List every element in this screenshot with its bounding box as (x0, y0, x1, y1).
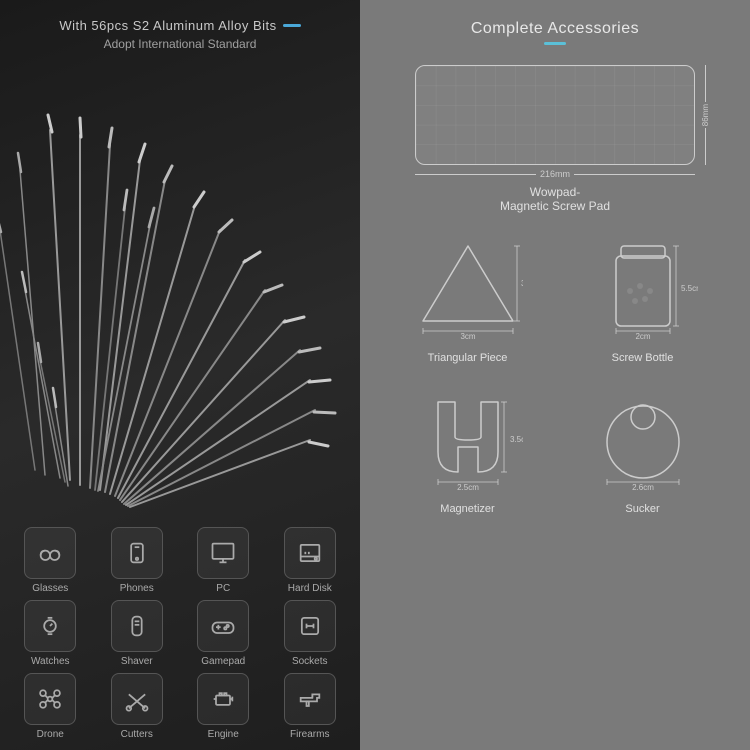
icon-label-gamepad: Gamepad (201, 656, 245, 667)
icon-label-sockets: Sockets (292, 656, 328, 667)
icon-item-drone: Drone (10, 673, 91, 740)
wowpad-height-label: 86mm (699, 102, 712, 128)
triangular-item: 3cm 3cm Triangular Piece (413, 231, 523, 364)
firearms-icon (296, 685, 324, 713)
wowpad-diagram: 216mm 86mm (415, 65, 695, 179)
icon-item-shaver: Shaver (97, 600, 178, 667)
icon-box-glasses (24, 527, 76, 579)
icon-box-harddisk (284, 527, 336, 579)
sockets-icon (296, 612, 324, 640)
bits-area (0, 50, 360, 510)
icon-item-watches: Watches (10, 600, 91, 667)
icon-item-cutters: Cutters (97, 673, 178, 740)
screw-bottle-svg: 2cm 5.5cm (588, 231, 698, 341)
icon-label-engine: Engine (208, 729, 239, 740)
harddisk-icon (296, 539, 324, 567)
svg-text:2.5cm: 2.5cm (457, 483, 479, 492)
icon-item-pc: PC (183, 527, 264, 594)
sucker-diagram: 2.6cm (588, 382, 698, 497)
icon-box-drone (24, 673, 76, 725)
left-panel: With 56pcs S2 Aluminum Alloy Bits Adopt … (0, 0, 360, 750)
wowpad-width-label: 216mm (540, 169, 570, 179)
magnetizer-diagram: 2.5cm 3.5cm (413, 382, 523, 497)
icon-item-harddisk: Hard Disk (270, 527, 351, 594)
sucker-item: 2.6cm Sucker (588, 382, 698, 515)
glasses-icon (36, 539, 64, 567)
watches-icon (36, 612, 64, 640)
blue-accent-dot (283, 24, 301, 27)
icon-item-sockets: Sockets (270, 600, 351, 667)
icon-label-cutters: Cutters (121, 729, 153, 740)
icon-label-shaver: Shaver (121, 656, 153, 667)
screw-bottle-diagram: 2cm 5.5cm (588, 231, 698, 346)
icon-label-glasses: Glasses (32, 583, 68, 594)
drone-icon (36, 685, 64, 713)
right-header: Complete Accessories (380, 20, 730, 45)
icon-box-watches (24, 600, 76, 652)
icons-grid: Glasses Phones (10, 527, 350, 740)
icon-item-phones: Phones (97, 527, 178, 594)
svg-text:2.6cm: 2.6cm (632, 483, 654, 492)
triangular-svg: 3cm 3cm (413, 231, 523, 341)
wowpad-rect (415, 65, 695, 165)
engine-icon (209, 685, 237, 713)
accessories-row-1: 3cm 3cm Triangular Piece (380, 231, 730, 364)
sucker-svg: 2.6cm (588, 382, 698, 492)
svg-text:3cm: 3cm (521, 279, 523, 288)
title-line1: With 56pcs S2 Aluminum Alloy Bits (20, 18, 340, 33)
svg-text:2cm: 2cm (635, 332, 650, 341)
icon-item-firearms: Firearms (270, 673, 351, 740)
svg-text:3.5cm: 3.5cm (510, 435, 523, 444)
magnetizer-label: Magnetizer (440, 503, 494, 515)
icon-item-glasses: Glasses (10, 527, 91, 594)
icon-box-gamepad (197, 600, 249, 652)
icon-box-pc (197, 527, 249, 579)
shaver-icon (123, 612, 151, 640)
screw-bottle-item: 2cm 5.5cm Screw Bottle (588, 231, 698, 364)
pc-icon (209, 539, 237, 567)
icon-label-harddisk: Hard Disk (288, 583, 332, 594)
right-panel: Complete Accessories (360, 0, 750, 750)
icon-box-engine (197, 673, 249, 725)
triangular-label: Triangular Piece (428, 352, 508, 364)
blue-accent-bar (544, 42, 566, 45)
title-text-1: With 56pcs S2 Aluminum Alloy Bits (59, 18, 276, 33)
right-heading: Complete Accessories (380, 20, 730, 38)
gamepad-icon (209, 612, 237, 640)
left-header: With 56pcs S2 Aluminum Alloy Bits Adopt … (0, 0, 360, 51)
magnetizer-svg: 2.5cm 3.5cm (413, 382, 523, 492)
icon-label-pc: PC (216, 583, 230, 594)
icon-box-firearms (284, 673, 336, 725)
icon-box-shaver (111, 600, 163, 652)
icon-label-watches: Watches (31, 656, 70, 667)
svg-text:5.5cm: 5.5cm (681, 284, 698, 293)
icon-box-phones (111, 527, 163, 579)
bits-svg (0, 50, 360, 510)
icon-label-firearms: Firearms (290, 729, 329, 740)
wowpad-label: Wowpad-Magnetic Screw Pad (380, 185, 730, 213)
title-text-2: Adopt International Standard (20, 37, 340, 51)
icon-box-sockets (284, 600, 336, 652)
svg-text:3cm: 3cm (460, 332, 475, 341)
icon-item-engine: Engine (183, 673, 264, 740)
screw-bottle-label: Screw Bottle (612, 352, 674, 364)
icon-label-phones: Phones (120, 583, 154, 594)
magnetizer-item: 2.5cm 3.5cm Magnetizer (413, 382, 523, 515)
accessories-row-2: 2.5cm 3.5cm Magnetizer (380, 382, 730, 515)
wowpad-width-dim: 216mm (415, 169, 695, 179)
sucker-label: Sucker (625, 503, 659, 515)
icon-box-cutters (111, 673, 163, 725)
phones-icon (123, 539, 151, 567)
icon-label-drone: Drone (37, 729, 64, 740)
wowpad-section: 216mm 86mm Wowpad-Magnetic Screw Pad (380, 65, 730, 213)
cutters-icon (123, 685, 151, 713)
triangular-diagram: 3cm 3cm (413, 231, 523, 346)
icon-item-gamepad: Gamepad (183, 600, 264, 667)
